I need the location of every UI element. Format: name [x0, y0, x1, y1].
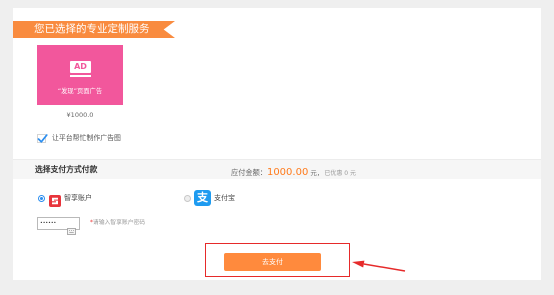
service-section-banner: 您已选择的专业定制服务 [13, 21, 175, 38]
password-hint: *请输入智享账户密码 [90, 217, 145, 230]
design-help-checkbox[interactable] [37, 134, 48, 143]
order-panel: 您已选择的专业定制服务 AD “发现”页面广告 ¥1000.0 让平台帮忙制作广… [13, 8, 541, 280]
alipay-label: 支付宝 [214, 194, 235, 202]
service-card[interactable]: AD “发现”页面广告 [37, 45, 123, 105]
payment-header-bar: 选择支付方式付款 应付金额：1000.00 元，已优惠 0 元 [13, 159, 541, 179]
pay-button[interactable]: 去支付 [224, 253, 321, 271]
payable-amount: 应付金额：1000.00 元，已优惠 0 元 [231, 160, 356, 183]
payment-method-alipay[interactable]: 支 支付宝 [184, 189, 250, 207]
ad-icon-label: AD [70, 61, 91, 73]
alipay-radio[interactable] [184, 195, 191, 202]
design-help-option[interactable]: 让平台帮忙制作广告图 [37, 134, 147, 144]
payment-section-title: 选择支付方式付款 [35, 165, 98, 174]
password-hint-text: 请输入智享账户密码 [92, 220, 146, 226]
alipay-icon: 支 [194, 190, 211, 206]
checkmark-icon [37, 134, 48, 143]
amount-unit: 元， [310, 169, 324, 177]
payment-method-zhixiang[interactable]: 智享账户 [38, 191, 110, 207]
service-section-title: 您已选择的专业定制服务 [34, 23, 150, 35]
ad-icon: AD [70, 61, 91, 77]
ad-icon-underline [70, 75, 91, 77]
password-field[interactable] [37, 217, 80, 235]
zhixiang-logo-icon [49, 192, 61, 207]
service-card-name: “发现”页面广告 [57, 88, 103, 95]
keyboard-icon[interactable] [67, 220, 76, 235]
amount-label: 应付金额： [231, 168, 267, 177]
zhixiang-label: 智享账户 [64, 194, 92, 202]
amount-value: 1000.00 [266, 167, 309, 178]
service-price: ¥1000.0 [66, 111, 94, 119]
discount-text: 已优惠 0 元 [324, 170, 356, 177]
design-help-label: 让平台帮忙制作广告图 [52, 134, 121, 142]
password-input[interactable] [40, 218, 66, 229]
zhixiang-radio[interactable] [38, 195, 45, 202]
